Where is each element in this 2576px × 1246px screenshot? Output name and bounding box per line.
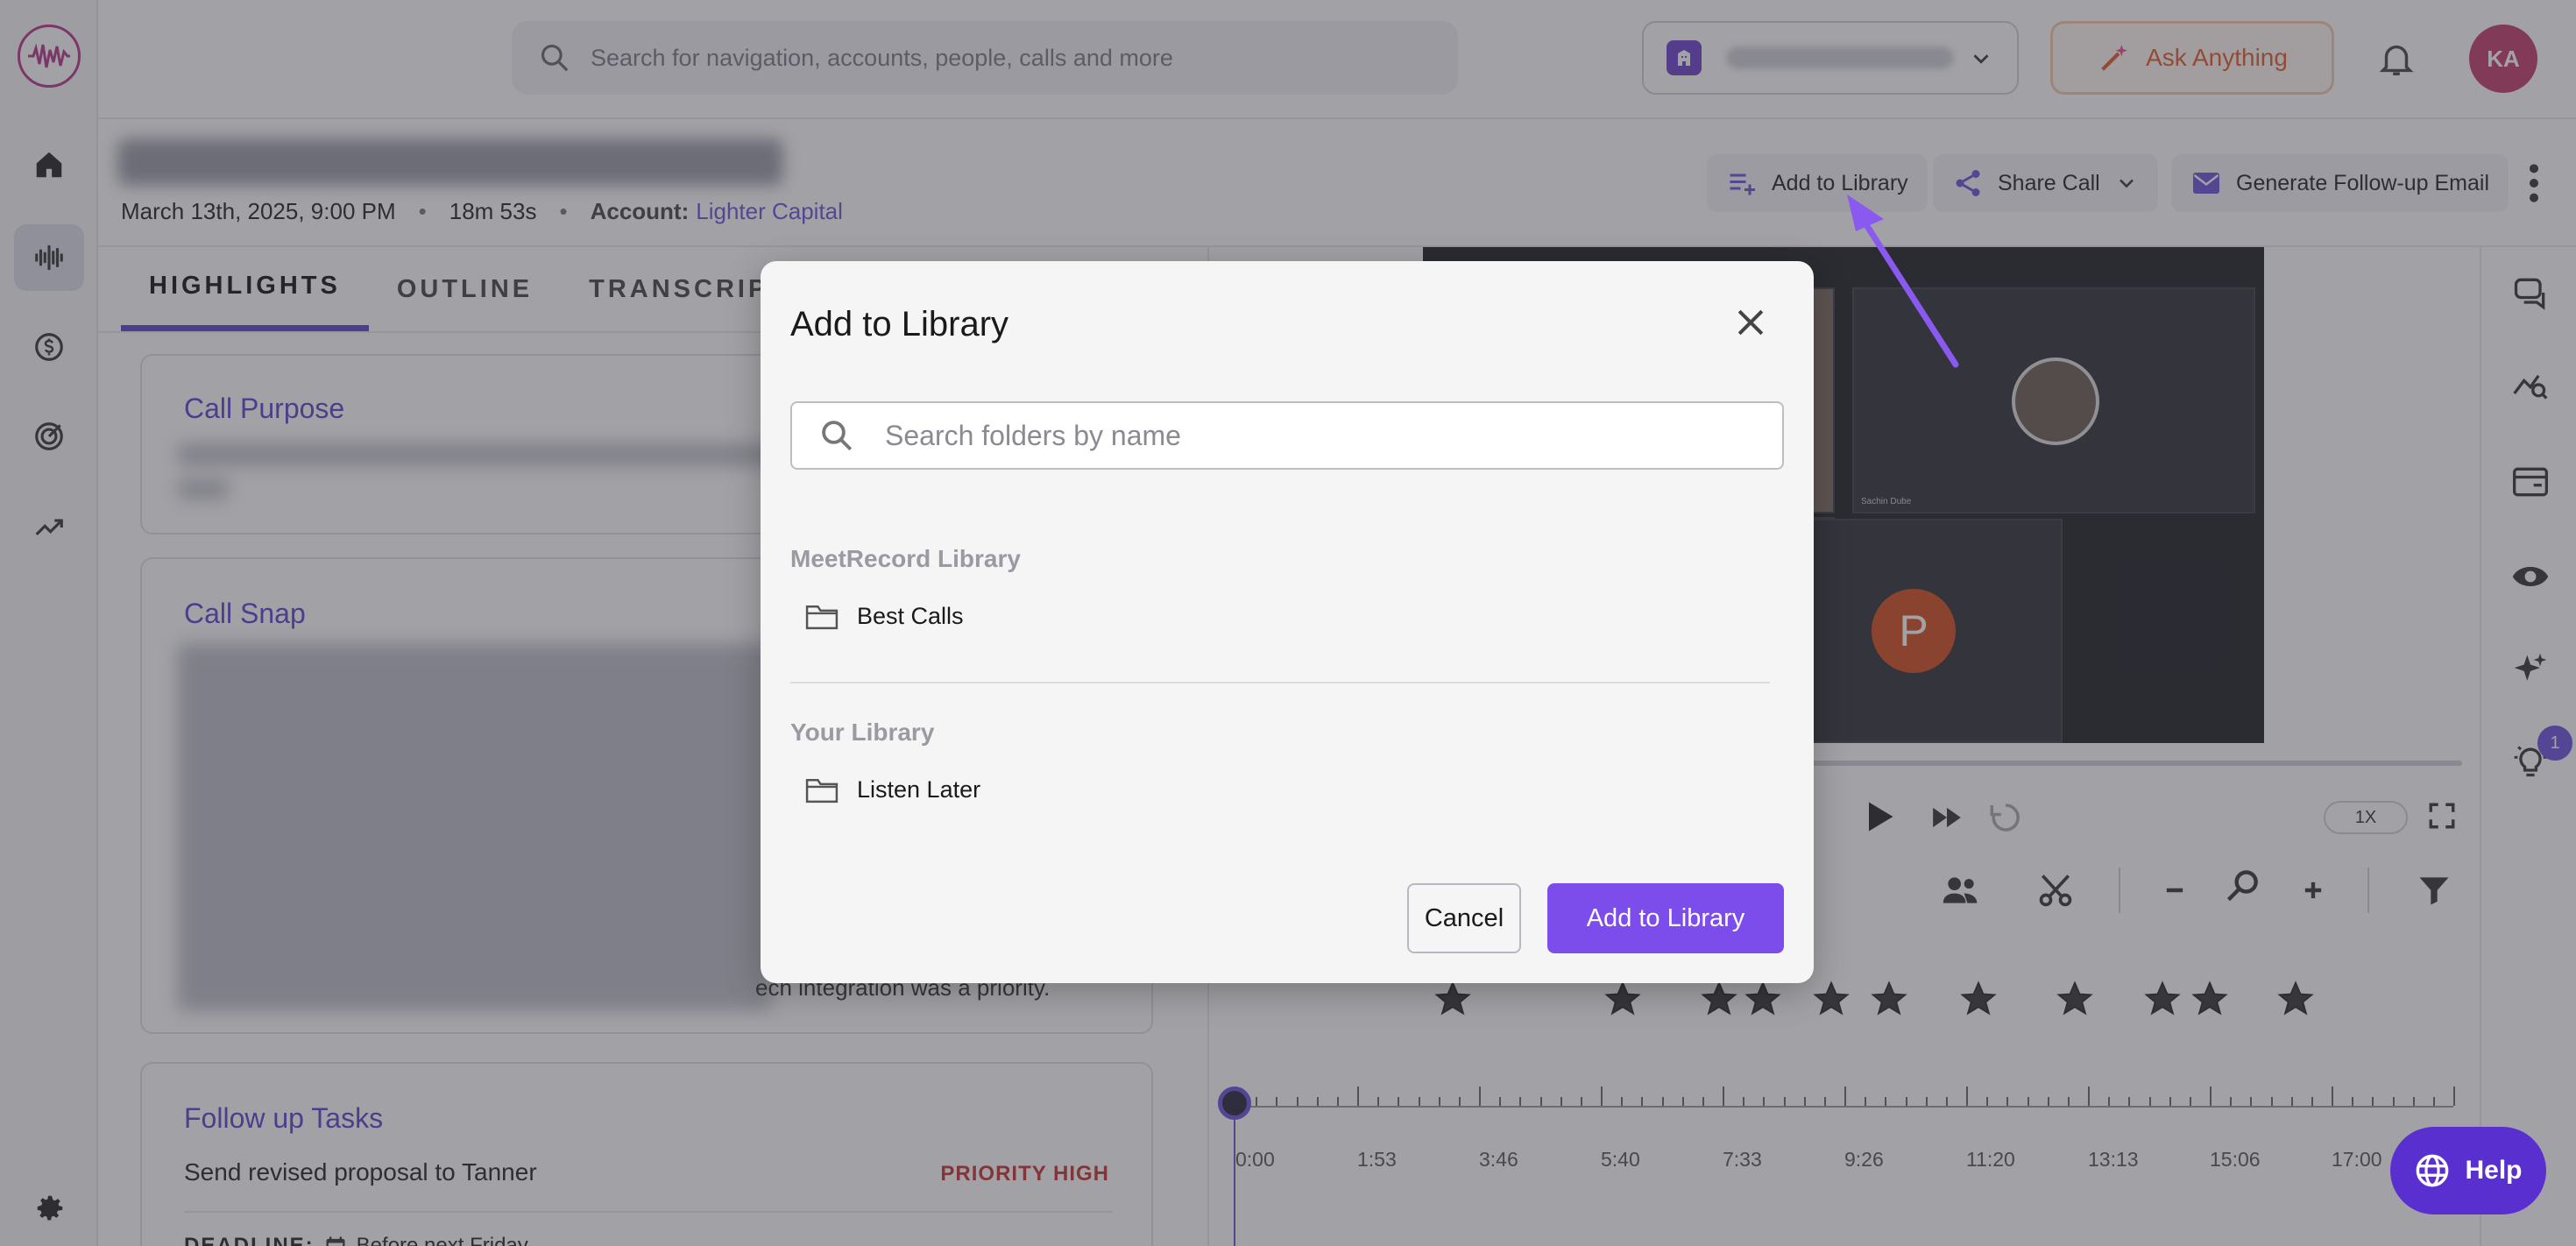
folder-icon bbox=[805, 605, 839, 630]
close-icon[interactable] bbox=[1731, 303, 1770, 342]
add-to-library-confirm-button[interactable]: Add to Library bbox=[1547, 883, 1784, 953]
folder-search[interactable] bbox=[790, 401, 1784, 470]
folder-item-listen-later[interactable]: Listen Later bbox=[804, 775, 980, 804]
section-divider bbox=[790, 682, 1770, 683]
folder-item-best-calls[interactable]: Best Calls bbox=[804, 601, 964, 631]
meetrecord-library-heading: MeetRecord Library bbox=[790, 545, 1021, 572]
your-library-heading: Your Library bbox=[790, 719, 935, 746]
folder-search-input[interactable] bbox=[885, 419, 1761, 452]
folder-icon bbox=[805, 779, 839, 804]
globe-icon bbox=[2417, 1154, 2449, 1187]
help-label: Help bbox=[2465, 1156, 2523, 1185]
help-button[interactable]: Help bbox=[2390, 1127, 2546, 1214]
cancel-button[interactable]: Cancel bbox=[1407, 883, 1521, 953]
dialog-title: Add to Library bbox=[790, 305, 1009, 343]
folder-name: Best Calls bbox=[857, 602, 964, 629]
folder-name: Listen Later bbox=[857, 775, 981, 803]
add-to-library-dialog: Add to Library MeetRecord Library Best C… bbox=[761, 261, 1814, 983]
search-icon bbox=[822, 421, 853, 451]
